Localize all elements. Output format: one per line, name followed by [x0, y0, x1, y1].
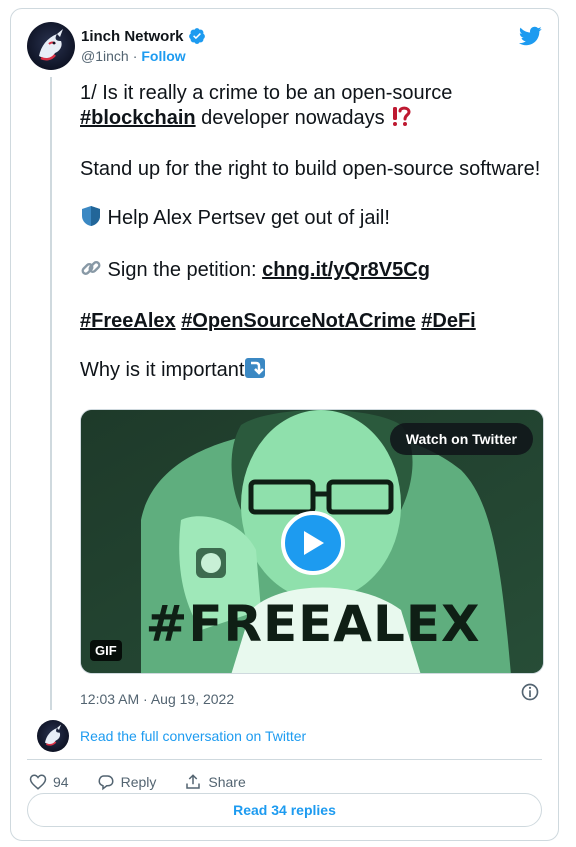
hashtag-freealex-link[interactable]: #FreeAlex — [80, 310, 176, 332]
interrobang-emoji-icon — [390, 105, 412, 133]
play-button[interactable] — [281, 511, 345, 575]
tweet-para-1-rest: developer nowadays — [195, 107, 391, 129]
reply-bubble-icon — [98, 775, 114, 791]
verified-badge-icon — [188, 28, 205, 44]
hashtag-defi-link[interactable]: #DeFi — [421, 310, 475, 332]
follow-button[interactable]: Follow — [141, 48, 185, 64]
tweet-media-gif[interactable]: #FREEALEX Watch on Twitter GIF — [80, 409, 544, 674]
reply-label: Reply — [120, 774, 157, 790]
conversation-avatar[interactable] — [37, 720, 69, 752]
read-full-conversation-link[interactable]: Read the full conversation on Twitter — [80, 728, 306, 744]
tweet-card: 1inch Network @1inch · Follow 1/ Is it r… — [10, 8, 559, 841]
heart-icon — [29, 774, 47, 790]
gif-badge: GIF — [90, 640, 122, 661]
media-headline-text: #FREEALEX — [145, 595, 481, 653]
tweet-para-6: Why is it important — [80, 357, 550, 385]
watch-on-twitter-button[interactable]: Watch on Twitter — [389, 423, 533, 455]
divider — [27, 759, 542, 760]
tweet-para-1: 1/ Is it really a crime to be an open-so… — [80, 81, 550, 133]
share-label: Share — [208, 774, 246, 790]
tweet-para-2: Stand up for the right to build open-sou… — [80, 158, 541, 180]
twitter-bird-icon[interactable] — [518, 24, 542, 48]
tweet-para-3-text: Help Alex Pertsev get out of jail! — [102, 207, 390, 229]
shield-emoji-icon — [80, 205, 102, 233]
arrow-down-right-emoji-icon — [244, 357, 266, 385]
author-name[interactable]: 1inch Network — [81, 28, 184, 45]
hashtag-blockchain-link[interactable]: #blockchain — [80, 107, 196, 129]
tweet-para-6-text: Why is it important — [80, 359, 245, 381]
read-replies-button[interactable]: Read 34 replies — [27, 793, 542, 827]
like-count: 94 — [53, 774, 69, 790]
reply-button[interactable]: Reply — [97, 773, 157, 791]
tweet-timestamp[interactable]: 12:03 AM · Aug 19, 2022 — [80, 691, 234, 707]
tweet-text: 1/ Is it really a crime to be an open-so… — [80, 81, 550, 409]
link-emoji-icon — [80, 257, 102, 285]
author-handle[interactable]: @1inch — [81, 48, 129, 64]
tweet-para-4-text: Sign the petition: — [102, 259, 263, 281]
tweet-para-4: Sign the petition: chng.it/yQr8V5Cg — [80, 257, 550, 285]
info-icon[interactable] — [520, 682, 540, 702]
like-button[interactable]: 94 — [29, 773, 69, 791]
tweet-para-3: Help Alex Pertsev get out of jail! — [80, 205, 550, 233]
tweet-hashtags: #FreeAlex #OpenSourceNotACrime #DeFi — [80, 309, 550, 333]
share-icon — [186, 774, 201, 789]
author-avatar[interactable] — [27, 22, 75, 70]
handle-separator: · — [132, 48, 138, 64]
share-button[interactable]: Share — [184, 773, 246, 791]
petition-link[interactable]: chng.it/yQr8V5Cg — [262, 259, 430, 281]
thread-line — [50, 77, 52, 710]
play-icon — [304, 531, 324, 555]
tweet-actions: 94 Reply Share — [29, 773, 274, 791]
hashtag-opensourcenotacrime-link[interactable]: #OpenSourceNotACrime — [181, 310, 416, 332]
tweet-para-1-text: 1/ Is it really a crime to be an open-so… — [80, 82, 453, 104]
